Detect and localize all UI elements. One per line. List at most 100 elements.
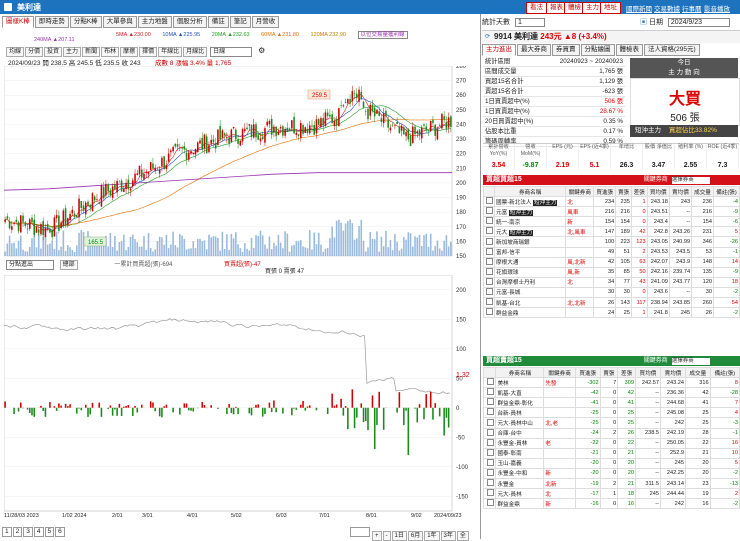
broker-row[interactable]: 新加坡商瑞銀100223123243.05240.99346-26 [484,237,740,247]
tool-friction[interactable]: 摩擦 [120,47,138,57]
broker-row[interactable]: 台新-員林-25025--245.08254 [484,408,740,418]
period-1y[interactable]: 1年 [424,531,439,541]
broker-row[interactable]: 國泰-彰南-21021--252.92110 [484,448,740,458]
broker-row[interactable]: 凱基-大直-42042--236.3642-28 [484,388,740,398]
row-checkbox[interactable] [487,439,494,446]
period-3y[interactable]: 3年 [441,531,456,541]
broker-row[interactable]: 花旗環球風,新358550242.16239.74135-9 [484,267,740,277]
splitter[interactable] [480,14,481,539]
row-checkbox[interactable] [487,469,494,476]
row-checkbox[interactable] [486,238,493,245]
row-checkbox[interactable] [486,308,493,315]
profit-line-toggle[interactable]: 以位交易量獲利線 [358,31,408,39]
broker-row[interactable]: 元大-員林中山北,老-25025--24225-3 [484,418,740,428]
date-input[interactable]: 2024/9/23 [668,18,730,27]
rtab-major[interactable]: 主力進出 [482,44,516,56]
tab-realtime[interactable]: 即時走勢 [35,16,69,28]
tool-major[interactable]: 主力 [63,47,81,57]
zoom-in-icon[interactable]: + [372,531,382,541]
row-checkbox[interactable] [487,429,494,436]
page-5[interactable]: 5 [45,527,55,537]
calendar-icon[interactable]: ▣ [640,19,647,26]
page-4[interactable]: 4 [34,527,44,537]
broker-row[interactable]: 永豐金-員林老-22022--250.052216 [484,438,740,448]
row-checkbox[interactable] [486,217,493,224]
broker-row[interactable]: 統一-南京新1541540243.4--154-6 [484,217,740,227]
tab-candle[interactable]: 圖樣K棒 [2,16,34,28]
row-checkbox[interactable] [486,207,493,214]
broker-row[interactable]: 台灣摩根士丹利北347743241.09243.7712018 [484,277,740,287]
row-checkbox[interactable] [487,459,494,466]
row-checkbox[interactable] [486,248,493,255]
row-checkbox[interactable] [487,499,494,506]
tab-major-zone[interactable]: 主力地盤 [138,16,172,28]
row-checkbox[interactable] [486,227,493,234]
broker-row[interactable]: 群益金鼎新-16016--24216-2 [484,499,740,509]
tool-pick[interactable]: 擇價 [139,47,157,57]
tab-revenue[interactable]: 月營收 [252,16,280,28]
rtab-broker[interactable]: 最大券商 [517,44,551,56]
broker-row[interactable]: 國票-新北法人 短沖主力北2342351243.18243236-4 [484,197,740,207]
broker-row[interactable]: 合庫-台中-24226238.5242.1928-1 [484,428,740,438]
broker-row[interactable]: 元富-長城30300243.6--30-2 [484,287,740,297]
scroll-box[interactable] [350,527,370,537]
tab-remark[interactable]: 備註 [208,16,229,28]
broker-row[interactable]: 永豐金-中和新-20020--242.2520-2 [484,468,740,478]
row-checkbox[interactable] [486,258,493,265]
row-checkbox[interactable] [487,479,494,486]
broker-row[interactable]: 永豐金北新-19221311.5243.1423-13 [484,479,740,489]
row-checkbox[interactable] [487,489,494,496]
row-checkbox[interactable] [487,449,494,456]
sell-broker-select[interactable]: 選擇券商 [672,358,710,365]
tab-notes[interactable]: 筆記 [230,16,251,28]
broker-row[interactable]: 玉山-嘉義-20020--245205 [484,458,740,468]
tool-split[interactable]: 分價 [25,47,43,57]
rtab-coupon[interactable]: 券買賣 [552,44,580,56]
refresh-icon[interactable]: ⟳ [485,33,490,40]
broker-row[interactable]: 美林先發-3027309242.57243.243168 [484,378,740,388]
tab-analysis[interactable]: 個股分析 [173,16,207,28]
row-checkbox[interactable] [486,278,493,285]
page-2[interactable]: 2 [13,527,23,537]
row-checkbox[interactable] [487,398,494,405]
branch-select[interactable]: 分點進出 [6,260,54,270]
calendar-link[interactable]: 行事曆 [682,3,702,13]
row-checkbox[interactable] [487,378,494,385]
broker-row[interactable]: 群益金鼎24251241.824526-2 [484,308,740,318]
broker-row[interactable]: 元富 短沖主力風車2162160243.51--216-9 [484,207,740,217]
broker-row[interactable]: 凱基-台北北,北新26143117238.94243.8526054 [484,298,740,308]
view-button[interactable]: 看法 [526,2,547,14]
rtab-plot[interactable]: 分點繪圖 [581,44,615,56]
row-checkbox[interactable] [487,419,494,426]
broker-row[interactable]: 元大 短沖主力北,風車14718942242.8243.262315 [484,227,740,237]
row-checkbox[interactable] [486,298,493,305]
zoom-out-icon[interactable]: - [383,531,391,541]
video-link[interactable]: 影音播放 [704,3,730,13]
hq-button[interactable]: 總部 [60,260,78,270]
page-6[interactable]: 6 [55,527,65,537]
row-checkbox[interactable] [486,268,493,275]
period-all[interactable]: 全 [457,531,469,541]
price-chart[interactable]: 2802702602502402302202102001901801701601… [4,66,470,258]
period-1d[interactable]: 1日 [392,531,407,541]
row-checkbox[interactable] [486,288,493,295]
row-checkbox[interactable] [487,388,494,395]
tool-month[interactable]: 月線比 [183,47,207,57]
trade-data-link[interactable]: 交易數據 [654,3,680,13]
tab-big-order[interactable]: 大單參與 [103,16,137,28]
tool-news[interactable]: 新聞 [82,47,100,57]
period-select[interactable]: 日線 [210,47,252,57]
address-button[interactable]: 地址 [600,2,621,14]
broker-row[interactable]: 富邦-信平49512243.53243.553-1 [484,247,740,257]
broker-row[interactable]: 摩根大通風,北新4210563242.07243.914814 [484,257,740,267]
page-3[interactable]: 3 [23,527,33,537]
tab-branch-k[interactable]: 分點K棒 [70,16,102,28]
tool-invest[interactable]: 投資 [44,47,62,57]
row-checkbox[interactable] [487,408,494,415]
period-6m[interactable]: 6月 [408,531,423,541]
broker-row[interactable]: 元大-員林北-17118245244.44192 [484,489,740,499]
rtab-legal[interactable]: 法人資格(295元) [644,44,700,56]
stat-days-select[interactable]: 1 [515,18,545,27]
rtab-checkup[interactable]: 體檢表 [616,44,644,56]
branch-chart[interactable]: 200150100500-50-100-150 1.32 [4,275,478,513]
